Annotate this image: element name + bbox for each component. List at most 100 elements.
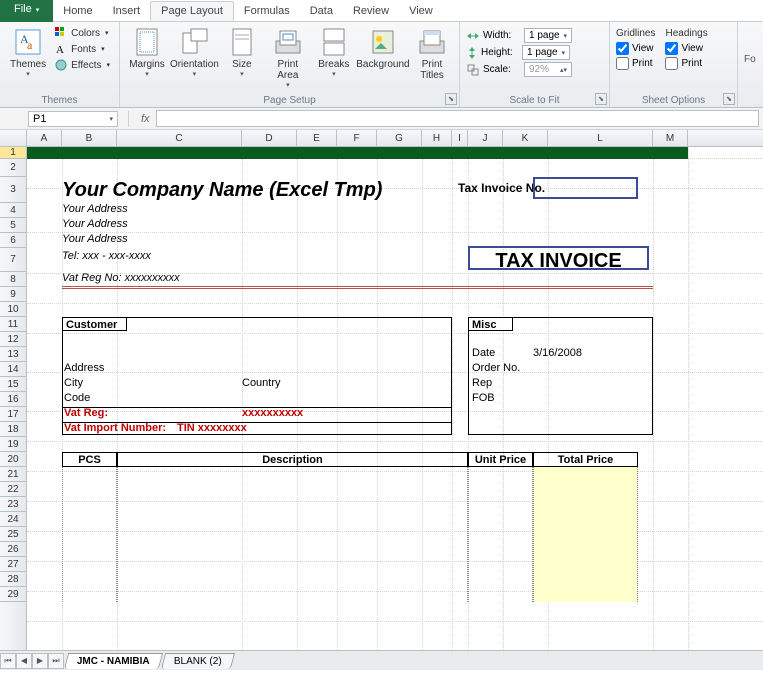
sheet-tab-active[interactable]: JMC - NAMIBIA [64, 653, 163, 669]
row-header-25[interactable]: 25 [0, 527, 26, 542]
file-tab[interactable]: File [0, 0, 53, 22]
row-header-15[interactable]: 15 [0, 377, 26, 392]
row-header-7[interactable]: 7 [0, 248, 26, 272]
customer-address-label: Address [64, 362, 104, 374]
print-area-button[interactable]: Print Area▾ [267, 24, 309, 105]
height-select[interactable]: 1 page▾ [522, 45, 570, 60]
row-header-5[interactable]: 5 [0, 218, 26, 233]
select-all-corner[interactable] [0, 130, 27, 146]
col-header-K[interactable]: K [503, 130, 548, 146]
ribbon-tabs: File Home Insert Page Layout Formulas Da… [0, 0, 763, 22]
row-header-8[interactable]: 8 [0, 272, 26, 287]
invoice-taxno-box[interactable] [533, 177, 638, 199]
row-header-19[interactable]: 19 [0, 437, 26, 452]
col-header-B[interactable]: B [62, 130, 117, 146]
row-header-24[interactable]: 24 [0, 512, 26, 527]
cells-area[interactable]: Your Company Name (Excel Tmp)Your Addres… [27, 147, 763, 670]
ribbon-body: Aa Themes ▾ Colors▾ AFonts▾ Effects▾ The… [0, 22, 763, 108]
row-header-11[interactable]: 11 [0, 317, 26, 332]
sheet-tab-blank2[interactable]: BLANK (2) [161, 653, 235, 669]
row-header-12[interactable]: 12 [0, 332, 26, 347]
spreadsheet-grid[interactable]: ABCDEFGHIJKLM 12345678910111213141516171… [0, 130, 763, 670]
scale-launcher[interactable]: ⬊ [595, 93, 607, 105]
group-page-setup-label: Page Setup [120, 95, 459, 106]
row-header-26[interactable]: 26 [0, 542, 26, 557]
row-headers[interactable]: 1234567891011121314151617181920212223242… [0, 147, 27, 670]
sheet-launcher[interactable]: ⬊ [723, 93, 735, 105]
sheet-nav-prev[interactable]: ◀ [16, 653, 32, 669]
colors-icon [54, 26, 68, 40]
col-header-H[interactable]: H [422, 130, 452, 146]
headings-print-check[interactable]: Print [665, 57, 707, 70]
width-select[interactable]: 1 page▾ [524, 28, 572, 43]
row-header-28[interactable]: 28 [0, 572, 26, 587]
row-header-20[interactable]: 20 [0, 452, 26, 467]
col-header-I[interactable]: I [452, 130, 468, 146]
row-header-10[interactable]: 10 [0, 302, 26, 317]
row-header-14[interactable]: 14 [0, 362, 26, 377]
name-box[interactable]: P1▾ [28, 111, 118, 127]
margins-button[interactable]: Margins▾ [126, 24, 168, 105]
col-header-E[interactable]: E [297, 130, 337, 146]
tab-page-layout[interactable]: Page Layout [150, 1, 234, 21]
col-header-A[interactable]: A [27, 130, 62, 146]
tab-formulas[interactable]: Formulas [234, 2, 300, 20]
row-header-9[interactable]: 9 [0, 287, 26, 302]
col-header-D[interactable]: D [242, 130, 297, 146]
row-header-23[interactable]: 23 [0, 497, 26, 512]
column-headers[interactable]: ABCDEFGHIJKLM [0, 130, 763, 147]
themes-button[interactable]: Aa Themes ▾ [6, 24, 50, 105]
background-button[interactable]: Background [359, 24, 407, 105]
orientation-button[interactable]: Orientation▾ [172, 24, 217, 105]
size-button[interactable]: Size▾ [221, 24, 263, 105]
tab-review[interactable]: Review [343, 2, 399, 20]
themes-label: Themes [10, 59, 46, 70]
customer-vatreg-label: Vat Reg: [64, 407, 108, 419]
tab-home[interactable]: Home [53, 2, 102, 20]
fx-icon[interactable]: fx [141, 113, 150, 125]
row-header-29[interactable]: 29 [0, 587, 26, 602]
fonts-icon: A [54, 42, 68, 56]
group-scale-label: Scale to Fit [460, 95, 609, 106]
page-setup-launcher[interactable]: ⬊ [445, 93, 457, 105]
headings-view-check[interactable]: View [665, 42, 707, 55]
gridlines-print-check[interactable]: Print [616, 57, 655, 70]
tab-data[interactable]: Data [300, 2, 343, 20]
row-header-22[interactable]: 22 [0, 482, 26, 497]
row-header-3[interactable]: 3 [0, 177, 26, 203]
col-header-C[interactable]: C [117, 130, 242, 146]
tab-insert[interactable]: Insert [103, 2, 151, 20]
col-header-L[interactable]: L [548, 130, 653, 146]
tbl-col-total-border [533, 467, 638, 602]
col-header-G[interactable]: G [377, 130, 422, 146]
effects-button[interactable]: Effects▾ [54, 58, 110, 72]
row-header-6[interactable]: 6 [0, 233, 26, 248]
breaks-button[interactable]: Breaks▾ [313, 24, 355, 105]
margins-icon [131, 26, 163, 58]
sheet-nav-first[interactable]: ⏮ [0, 653, 16, 669]
misc-date-label: Date [472, 347, 495, 359]
colors-button[interactable]: Colors▾ [54, 26, 110, 40]
row-header-16[interactable]: 16 [0, 392, 26, 407]
row-header-1[interactable]: 1 [0, 147, 26, 159]
customer-city-label: City [64, 377, 83, 389]
row-header-21[interactable]: 21 [0, 467, 26, 482]
gridlines-view-check[interactable]: View [616, 42, 655, 55]
col-header-J[interactable]: J [468, 130, 503, 146]
formula-bar-row: P1▾ fx [0, 108, 763, 130]
row-header-27[interactable]: 27 [0, 557, 26, 572]
sheet-nav-next[interactable]: ▶ [32, 653, 48, 669]
col-header-F[interactable]: F [337, 130, 377, 146]
row-header-4[interactable]: 4 [0, 203, 26, 218]
row-header-13[interactable]: 13 [0, 347, 26, 362]
scale-spinner[interactable]: 92%▴▾ [524, 62, 572, 77]
row-header-18[interactable]: 18 [0, 422, 26, 437]
gridlines-header: Gridlines [616, 28, 655, 39]
col-header-M[interactable]: M [653, 130, 688, 146]
tab-view[interactable]: View [399, 2, 443, 20]
formula-bar[interactable] [156, 110, 759, 127]
fonts-button[interactable]: AFonts▾ [54, 42, 110, 56]
row-header-2[interactable]: 2 [0, 159, 26, 177]
sheet-nav-last[interactable]: ⏭ [48, 653, 64, 669]
row-header-17[interactable]: 17 [0, 407, 26, 422]
